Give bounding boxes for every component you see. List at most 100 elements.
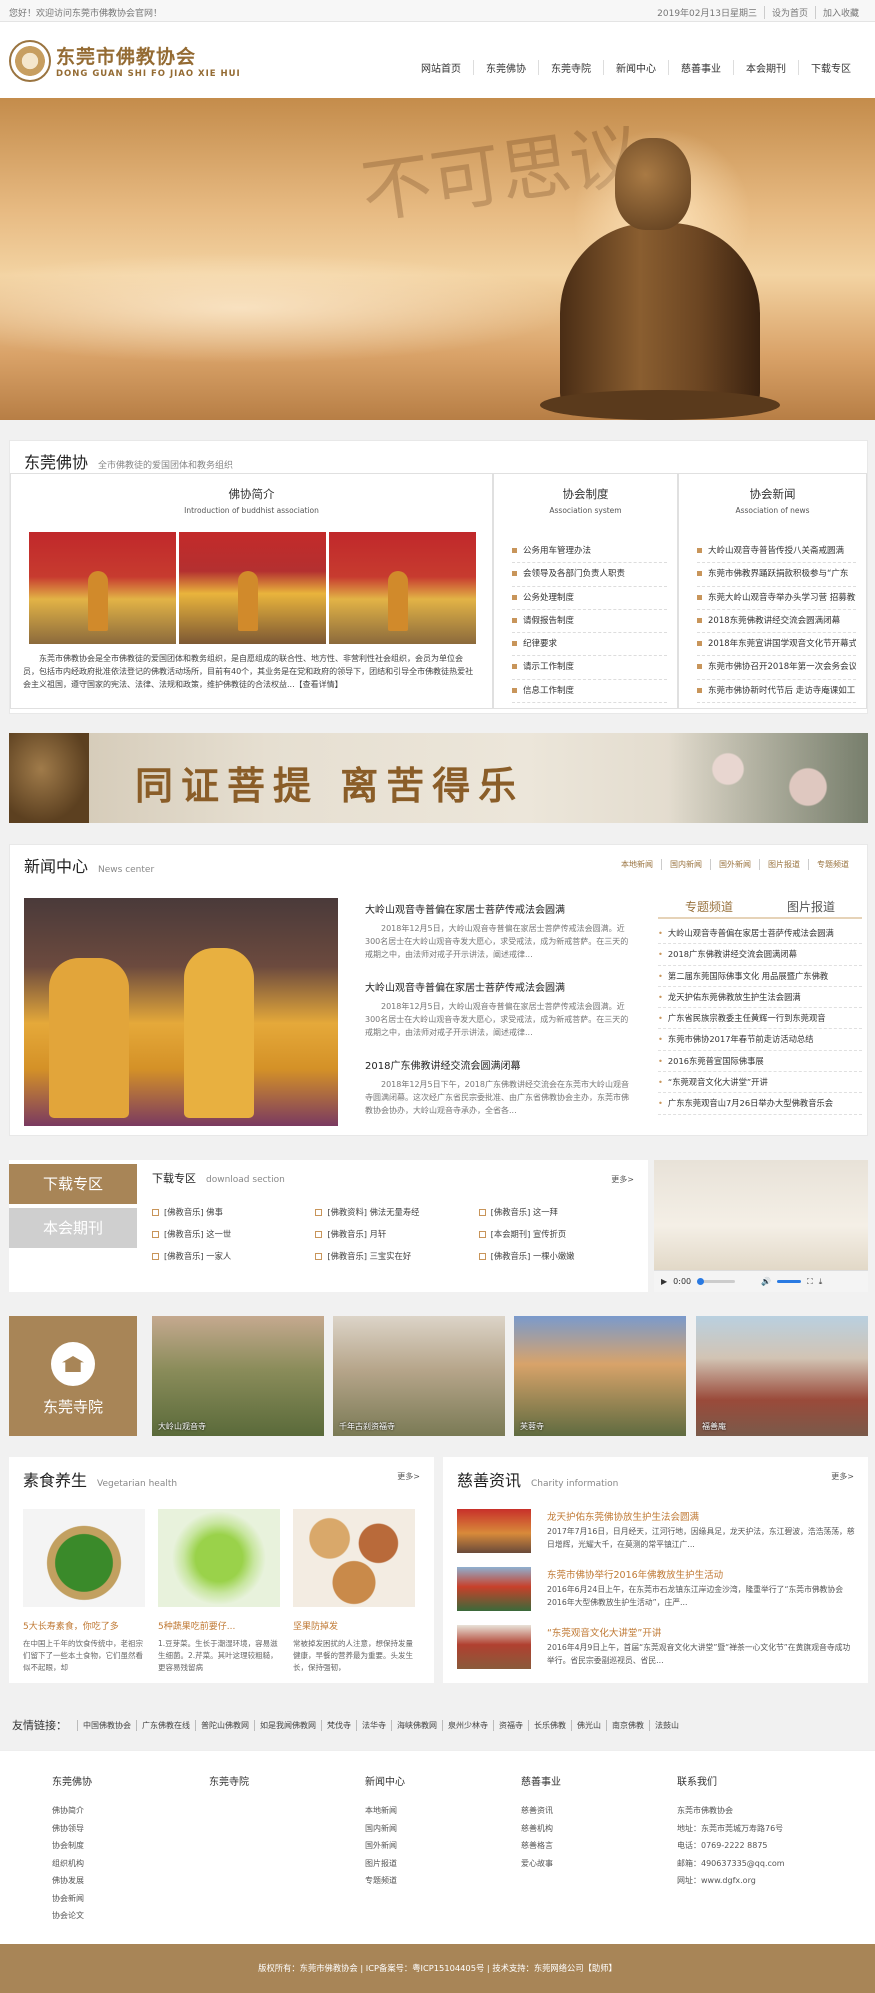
temple-card[interactable]: 福善庵 bbox=[696, 1316, 868, 1436]
news-item-title[interactable]: 2018广东佛教讲经交流会圆满闭幕 bbox=[365, 1057, 630, 1072]
list-item[interactable]: 2018东莞佛教讲经交流会圆满闭幕 bbox=[697, 610, 856, 634]
video-progress-slider[interactable] bbox=[697, 1278, 736, 1285]
footer-column-title[interactable]: 东莞佛协 bbox=[52, 1773, 92, 1788]
footer-link[interactable]: 佛协领导 bbox=[52, 1820, 92, 1838]
footer-link[interactable]: 国内新闻 bbox=[365, 1820, 405, 1838]
add-favorite-link[interactable]: 加入收藏 bbox=[814, 6, 866, 19]
charity-item-title[interactable]: “东莞观音文化大讲堂”开讲 bbox=[547, 1625, 661, 1639]
logo-title[interactable]: 东莞市佛教协会 bbox=[56, 42, 196, 69]
friend-link[interactable]: 南京佛教 bbox=[606, 1719, 649, 1731]
download-item[interactable]: [佛教音乐] 三宝实在好 bbox=[315, 1250, 478, 1262]
footer-link[interactable]: 协会新闻 bbox=[52, 1890, 92, 1908]
footer-link[interactable]: 本地新闻 bbox=[365, 1802, 405, 1820]
download-item[interactable]: [佛教音乐] 月轩 bbox=[315, 1228, 478, 1240]
list-item[interactable]: 龙天护佑东莞佛教放生护生法会圆满 bbox=[658, 987, 862, 1009]
vegetarian-image[interactable] bbox=[23, 1509, 145, 1607]
list-item[interactable]: 广东东莞观音山7月26日举办大型佛教音乐会 bbox=[658, 1093, 862, 1115]
charity-more-link[interactable]: 更多> bbox=[831, 1471, 854, 1482]
list-item[interactable]: 东莞市佛协召开2018年第一次会务会议 bbox=[697, 656, 856, 680]
tab-special-channel[interactable]: 专题频道 bbox=[808, 859, 857, 870]
footer-column-title[interactable]: 新闻中心 bbox=[365, 1773, 405, 1788]
list-item[interactable]: 请示工作制度 bbox=[512, 656, 667, 680]
footer-link[interactable]: 佛协简介 bbox=[52, 1802, 92, 1820]
friend-link[interactable]: 法鼓山 bbox=[649, 1719, 684, 1731]
list-item[interactable]: 第二届东莞国际佛事文化 用品展暨广东佛教 bbox=[658, 966, 862, 987]
charity-image[interactable] bbox=[457, 1625, 531, 1669]
friend-link[interactable]: 广东佛教在线 bbox=[136, 1719, 195, 1731]
download-item[interactable]: [佛教音乐] 佛事 bbox=[152, 1206, 315, 1218]
download-item[interactable]: [本会期刊] 宣传折页 bbox=[479, 1228, 642, 1240]
footer-link[interactable]: 图片报道 bbox=[365, 1855, 405, 1873]
tab-foreign-news[interactable]: 国外新闻 bbox=[710, 859, 759, 870]
list-item[interactable]: 2018年东莞宣讲国学观音文化节开幕式 bbox=[697, 633, 856, 657]
vegetarian-item-title[interactable]: 5大长寿素食，你吃了多 bbox=[23, 1619, 145, 1632]
friend-link[interactable]: 如是我闻佛教网 bbox=[254, 1719, 321, 1731]
tab-download[interactable]: 下载专区 bbox=[9, 1164, 137, 1204]
list-item[interactable]: “东莞观音文化大讲堂”开讲 bbox=[658, 1072, 862, 1094]
fullscreen-icon[interactable]: ⛶ bbox=[807, 1277, 813, 1287]
news-feature-image[interactable] bbox=[24, 898, 338, 1126]
vegetarian-more-link[interactable]: 更多> bbox=[397, 1471, 420, 1482]
nav-charity[interactable]: 慈善事业 bbox=[668, 60, 733, 75]
list-item[interactable]: 东莞市佛教界踊跃捐款积极参与“广东 bbox=[697, 563, 856, 587]
list-item[interactable]: 大岭山观音寺普皆传授八关斋戒圆满 bbox=[697, 540, 856, 564]
temple-card[interactable]: 千年古刹资福寺 bbox=[333, 1316, 505, 1436]
footer-link[interactable]: 专题频道 bbox=[365, 1872, 405, 1890]
friend-link[interactable]: 普陀山佛教网 bbox=[195, 1719, 254, 1731]
volume-slider[interactable] bbox=[777, 1280, 802, 1283]
footer-link[interactable]: 慈善格言 bbox=[521, 1837, 561, 1855]
nav-download[interactable]: 下载专区 bbox=[798, 60, 863, 75]
video-player[interactable]: ▶ 0:00 🔊 ⛶ ⤓ bbox=[654, 1160, 868, 1292]
set-home-link[interactable]: 设为首页 bbox=[763, 6, 815, 19]
list-item[interactable]: 公务处理制度 bbox=[512, 587, 667, 610]
charity-item-title[interactable]: 龙天护佑东莞佛协放生护生法会圆满 bbox=[547, 1509, 699, 1523]
nav-home[interactable]: 网站首页 bbox=[409, 60, 473, 75]
list-item[interactable]: 信息工作制度 bbox=[512, 680, 667, 704]
download-item[interactable]: [佛教音乐] 一家人 bbox=[152, 1250, 315, 1262]
tab-journal[interactable]: 本会期刊 bbox=[9, 1208, 137, 1248]
footer-link[interactable]: 协会制度 bbox=[52, 1837, 92, 1855]
news-item-title[interactable]: 大岭山观音寺普偏在家居士菩萨传戒法会圆满 bbox=[365, 901, 630, 916]
download-more-link[interactable]: 更多> bbox=[611, 1174, 634, 1185]
list-item[interactable]: 广东省民族宗教委主任黄辉一行到东莞观音 bbox=[658, 1008, 862, 1030]
intro-text[interactable]: 东莞市佛教协会是全市佛教徒的爱国团体和教务组织，是自愿组成的联合性、地方性、非营… bbox=[23, 652, 475, 691]
tab-domestic-news[interactable]: 国内新闻 bbox=[661, 859, 710, 870]
logo-emblem-icon[interactable] bbox=[9, 40, 51, 82]
download-item[interactable]: [佛教音乐] 这一世 bbox=[152, 1228, 315, 1240]
charity-item-title[interactable]: 东莞市佛协举行2016年佛教放生护生活动 bbox=[547, 1567, 723, 1581]
list-item[interactable]: 2018广东佛教讲经交流会圆满闭幕 bbox=[658, 944, 862, 966]
intro-photo[interactable] bbox=[29, 532, 176, 644]
intro-photo[interactable] bbox=[179, 532, 326, 644]
footer-link[interactable]: 佛协发展 bbox=[52, 1872, 92, 1890]
vegetarian-image[interactable] bbox=[158, 1509, 280, 1607]
footer-column-title[interactable]: 东莞寺院 bbox=[209, 1773, 249, 1788]
footer-link[interactable]: 协会论文 bbox=[52, 1907, 92, 1925]
list-item[interactable]: 2016东莞普宣国际佛事展 bbox=[658, 1051, 862, 1073]
play-icon[interactable]: ▶ bbox=[661, 1277, 667, 1286]
footer-link[interactable]: 国外新闻 bbox=[365, 1837, 405, 1855]
friend-link[interactable]: 梵伐寺 bbox=[321, 1719, 356, 1731]
list-item[interactable]: 东莞市佛协2017年春节前走访活动总结 bbox=[658, 1029, 862, 1051]
vegetarian-image[interactable] bbox=[293, 1509, 415, 1607]
temple-card[interactable]: 芙蓉寺 bbox=[514, 1316, 686, 1436]
nav-news[interactable]: 新闻中心 bbox=[603, 60, 668, 75]
footer-column-title[interactable]: 慈善事业 bbox=[521, 1773, 561, 1788]
news-item-title[interactable]: 大岭山观音寺普偏在家居士菩萨传戒法会圆满 bbox=[365, 979, 630, 994]
volume-icon[interactable]: 🔊 bbox=[761, 1277, 771, 1286]
nav-journal[interactable]: 本会期刊 bbox=[733, 60, 798, 75]
charity-image[interactable] bbox=[457, 1567, 531, 1611]
tab-photo[interactable]: 图片报道 bbox=[760, 897, 862, 917]
friend-link[interactable]: 泉州少林寺 bbox=[442, 1719, 493, 1731]
vegetarian-item-title[interactable]: 坚果防掉发 bbox=[293, 1619, 415, 1632]
download-icon[interactable]: ⤓ bbox=[819, 1277, 823, 1287]
tab-local-news[interactable]: 本地新闻 bbox=[613, 859, 661, 870]
friend-link[interactable]: 资福寺 bbox=[493, 1719, 528, 1731]
list-item[interactable]: 纪律要求 bbox=[512, 633, 667, 657]
tab-photo-news[interactable]: 图片报道 bbox=[759, 859, 808, 870]
download-item[interactable]: [佛教资料] 佛法无量寿经 bbox=[315, 1206, 478, 1218]
list-item[interactable]: 大岭山观音寺普偏在家居士菩萨传戒法会圆满 bbox=[658, 923, 862, 945]
vegetarian-item-title[interactable]: 5种蔬果吃前要仔... bbox=[158, 1619, 280, 1632]
friend-link[interactable]: 长乐佛教 bbox=[528, 1719, 571, 1731]
charity-image[interactable] bbox=[457, 1509, 531, 1553]
friend-link[interactable]: 佛光山 bbox=[571, 1719, 606, 1731]
